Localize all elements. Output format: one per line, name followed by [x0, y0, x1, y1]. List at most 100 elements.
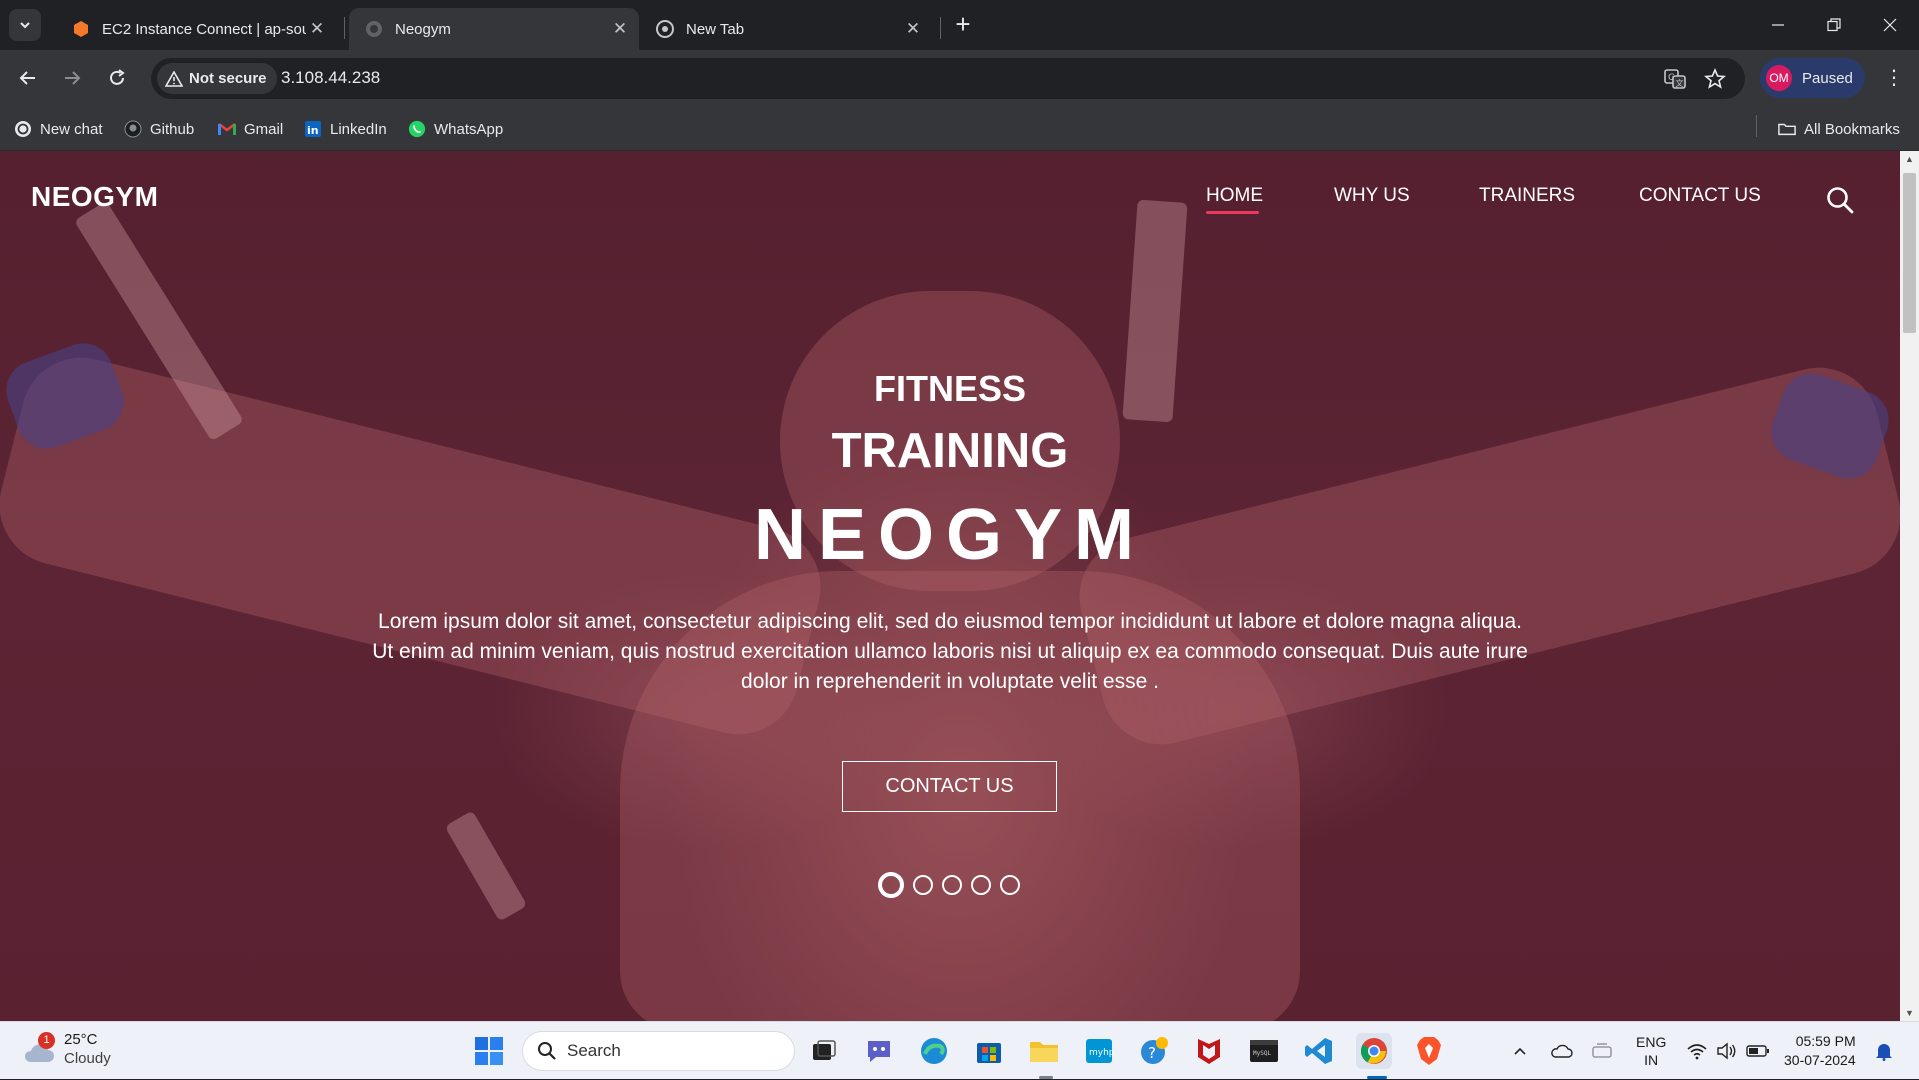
mcafee-app[interactable]	[1191, 1033, 1227, 1069]
battery-tray-icon[interactable]	[1746, 1022, 1770, 1080]
weather-widget[interactable]: 1 25°C Cloudy	[22, 1030, 111, 1068]
keyboard-tray-icon[interactable]	[1591, 1022, 1613, 1080]
microsoft-store-app[interactable]	[971, 1033, 1007, 1069]
bookmark-label: LinkedIn	[330, 120, 387, 138]
url-text[interactable]: 3.108.44.238	[281, 68, 380, 88]
linkedin-icon: in	[304, 120, 322, 138]
site-info-chip[interactable]: Not secure	[157, 63, 277, 94]
hero-heading-neogym: NEOGYM	[753, 495, 1147, 575]
myhp-app[interactable]: myhp	[1081, 1033, 1117, 1069]
page-scrollbar[interactable]: ▲ ▼	[1900, 151, 1919, 1021]
windows-taskbar: 1 25°C Cloudy Search myhp ? MySQL ENG IN…	[0, 1021, 1919, 1079]
weather-alert-badge: 1	[38, 1032, 55, 1049]
more-menu-icon[interactable]: ⋮	[1880, 64, 1908, 92]
background-bar	[444, 810, 528, 922]
notifications-button[interactable]	[1875, 1022, 1893, 1080]
tab-search-button[interactable]	[9, 9, 41, 41]
bookmark-new-chat[interactable]: New chat	[14, 117, 103, 141]
scroll-up-arrow-icon[interactable]: ▲	[1900, 151, 1919, 167]
nav-contact-us[interactable]: CONTACT US	[1639, 185, 1761, 207]
arrow-left-icon	[19, 71, 35, 85]
search-icon[interactable]	[1825, 185, 1855, 215]
vscode-app[interactable]	[1301, 1033, 1337, 1069]
carousel-dot-2[interactable]	[913, 875, 933, 895]
svg-text:in: in	[307, 124, 319, 137]
carousel-indicators	[878, 871, 1029, 899]
wifi-icon	[1687, 1044, 1707, 1060]
clock-time: 05:59 PM	[1795, 1033, 1856, 1049]
new-tab-button[interactable]: +	[950, 11, 976, 38]
chrome-app[interactable]	[1356, 1033, 1392, 1069]
bookmark-gmail[interactable]: Gmail	[218, 117, 283, 141]
tab-new-tab[interactable]: New Tab ✕	[640, 8, 932, 50]
pen-keyboard-icon	[1592, 1043, 1612, 1058]
language-indicator[interactable]: ENG IN	[1636, 1022, 1666, 1080]
nav-home[interactable]: HOME	[1206, 185, 1263, 207]
carousel-dot-3[interactable]	[942, 875, 962, 895]
clock-date: 30-07-2024	[1784, 1052, 1856, 1068]
mcafee-icon	[1198, 1039, 1220, 1064]
reload-icon	[110, 69, 125, 85]
volume-tray-icon[interactable]	[1716, 1022, 1738, 1080]
terminal-app[interactable]: MySQL	[1246, 1033, 1282, 1069]
taskbar-search[interactable]: Search	[522, 1031, 795, 1071]
close-icon[interactable]: ✕	[902, 18, 924, 40]
carousel-dot-5[interactable]	[1000, 875, 1020, 895]
bookmark-star-icon[interactable]	[1703, 67, 1727, 91]
carousel-dot-4[interactable]	[971, 875, 991, 895]
bookmark-label: New chat	[40, 120, 103, 138]
taskbar-search-placeholder: Search	[567, 1041, 621, 1060]
profile-button[interactable]: OM Paused	[1760, 58, 1865, 98]
tab-neogym[interactable]: Neogym ✕	[349, 8, 639, 50]
cloud-icon: 1	[22, 1032, 56, 1064]
reload-button[interactable]	[100, 61, 134, 95]
carousel-dot-1[interactable]	[878, 872, 904, 898]
close-icon[interactable]: ✕	[609, 18, 631, 40]
onedrive-tray-icon[interactable]	[1550, 1022, 1574, 1080]
nav-why-us[interactable]: WHY US	[1334, 185, 1410, 207]
svg-text:MySQL: MySQL	[1253, 1050, 1271, 1057]
globe-icon	[365, 20, 383, 38]
scroll-down-arrow-icon[interactable]: ▼	[1900, 1005, 1919, 1021]
bookmarks-divider	[1756, 115, 1757, 137]
teams-chat-app[interactable]	[861, 1033, 897, 1069]
all-bookmarks-button[interactable]: All Bookmarks	[1778, 117, 1900, 141]
tab-divider	[344, 17, 345, 39]
hero-heading-training: TRAINING	[831, 424, 1069, 478]
show-hidden-icons-button[interactable]	[1512, 1022, 1528, 1080]
security-label: Not secure	[189, 70, 267, 87]
address-bar[interactable]: Not secure 3.108.44.238 G文	[151, 58, 1745, 99]
close-window-button[interactable]	[1862, 8, 1918, 42]
scrollbar-thumb[interactable]	[1903, 173, 1916, 333]
bookmark-github[interactable]: Github	[124, 117, 194, 141]
file-explorer-app[interactable]	[1026, 1033, 1062, 1069]
tab-ec2[interactable]: EC2 Instance Connect | ap-south ✕	[56, 8, 336, 50]
bookmark-linkedin[interactable]: in LinkedIn	[304, 117, 387, 141]
hero-section: NEOGYM HOME WHY US TRAINERS CONTACT US F…	[0, 151, 1900, 1021]
site-logo[interactable]: NEOGYM	[31, 181, 158, 213]
contact-us-button[interactable]: CONTACT US	[842, 761, 1057, 812]
translate-icon[interactable]: G文	[1663, 67, 1687, 91]
start-button[interactable]	[471, 1033, 507, 1069]
back-button[interactable]	[11, 61, 45, 95]
profile-status: Paused	[1802, 69, 1853, 87]
network-tray-icon[interactable]	[1686, 1022, 1708, 1080]
bookmark-label: Github	[150, 120, 195, 138]
tab-divider	[940, 17, 941, 39]
system-clock[interactable]: 05:59 PM 30-07-2024	[1784, 1032, 1856, 1070]
restore-button[interactable]	[1806, 8, 1862, 42]
speaker-icon	[1717, 1042, 1736, 1060]
bookmark-label: All Bookmarks	[1804, 120, 1900, 138]
nav-trainers[interactable]: TRAINERS	[1479, 185, 1575, 207]
get-help-app[interactable]: ?	[1136, 1033, 1172, 1069]
minimize-button[interactable]	[1750, 8, 1806, 42]
task-view-button[interactable]	[806, 1033, 842, 1069]
edge-app[interactable]	[916, 1033, 952, 1069]
forward-button[interactable]	[55, 61, 89, 95]
myhp-icon: myhp	[1086, 1039, 1114, 1063]
chatgpt-icon	[14, 120, 32, 138]
close-icon[interactable]: ✕	[306, 18, 328, 40]
terminal-icon: MySQL	[1250, 1040, 1278, 1062]
bookmark-whatsapp[interactable]: WhatsApp	[408, 117, 503, 141]
brave-app[interactable]	[1411, 1033, 1447, 1069]
